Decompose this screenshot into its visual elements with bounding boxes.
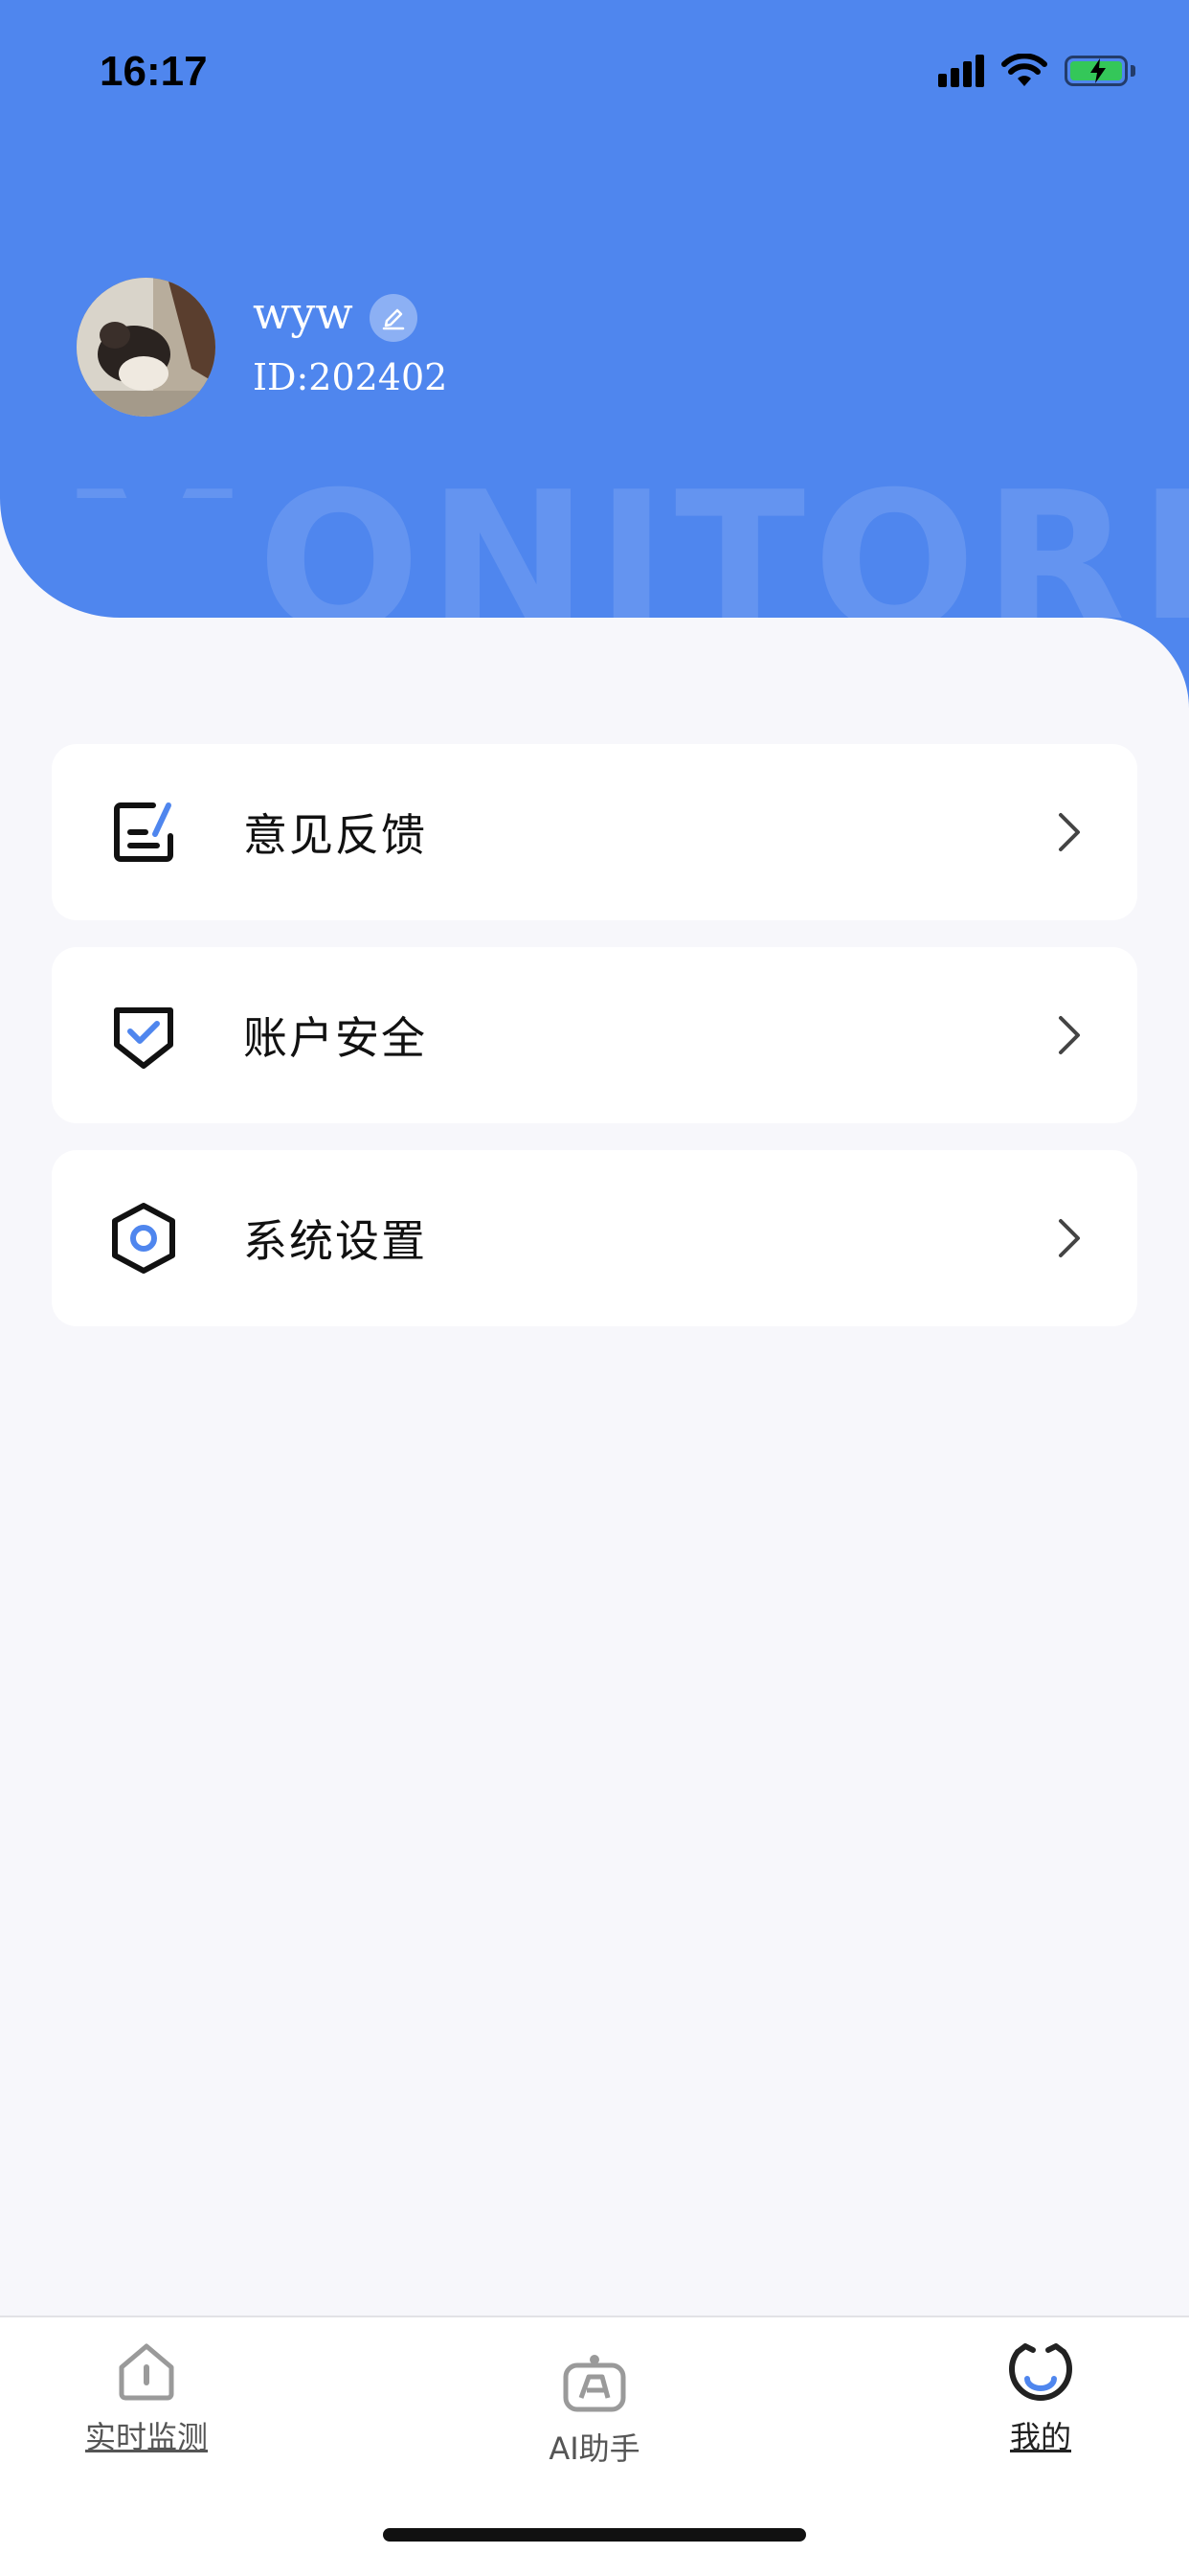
tab-label: 实时监测 xyxy=(84,2419,208,2455)
menu-item-label: 系统设置 xyxy=(243,1215,427,1267)
avatar-photo xyxy=(77,278,215,417)
menu-item-account-security[interactable]: 账户安全 xyxy=(52,947,1137,1123)
user-id: ID:202402 xyxy=(253,356,448,398)
tab-profile[interactable]: 我的 xyxy=(978,2337,1103,2457)
tab-label: AI助手 xyxy=(549,2430,640,2467)
settings-menu: 意见反馈 账户安全 系统设置 xyxy=(52,744,1137,1353)
header-curve-right xyxy=(1007,618,1189,847)
cellular-signal-icon xyxy=(938,55,984,87)
header-curve-left xyxy=(0,498,239,618)
username: wyw xyxy=(253,287,353,339)
menu-item-label: 账户安全 xyxy=(243,1012,427,1064)
tab-realtime-monitor[interactable]: 实时监测 xyxy=(84,2337,209,2457)
battery-icon xyxy=(1065,56,1128,86)
pencil-icon xyxy=(382,308,405,330)
avatar[interactable] xyxy=(77,278,215,417)
tab-label: 我的 xyxy=(1009,2419,1071,2455)
shield-check-icon xyxy=(114,1007,173,1069)
status-time: 16:17 xyxy=(100,48,208,95)
menu-item-feedback[interactable]: 意见反馈 xyxy=(52,744,1137,920)
wifi-icon xyxy=(1001,54,1047,86)
tab-ai-assistant[interactable]: AI助手 xyxy=(527,2337,662,2469)
home-monitor-icon xyxy=(119,2343,174,2401)
feedback-icon xyxy=(114,802,173,862)
chevron-right-icon xyxy=(1059,1219,1080,1257)
menu-item-label: 意见反馈 xyxy=(243,809,427,861)
battery-tip xyxy=(1131,65,1135,77)
profile-icon xyxy=(1009,2343,1072,2401)
chevron-right-icon xyxy=(1059,1016,1080,1054)
home-indicator[interactable] xyxy=(383,2528,806,2542)
chevron-right-icon xyxy=(1059,813,1080,851)
edit-profile-button[interactable] xyxy=(370,294,417,342)
settings-hexagon-icon xyxy=(112,1203,175,1274)
status-icons xyxy=(938,54,1135,88)
menu-item-system-settings[interactable]: 系统设置 xyxy=(52,1150,1137,1326)
ai-assistant-icon xyxy=(563,2355,626,2412)
